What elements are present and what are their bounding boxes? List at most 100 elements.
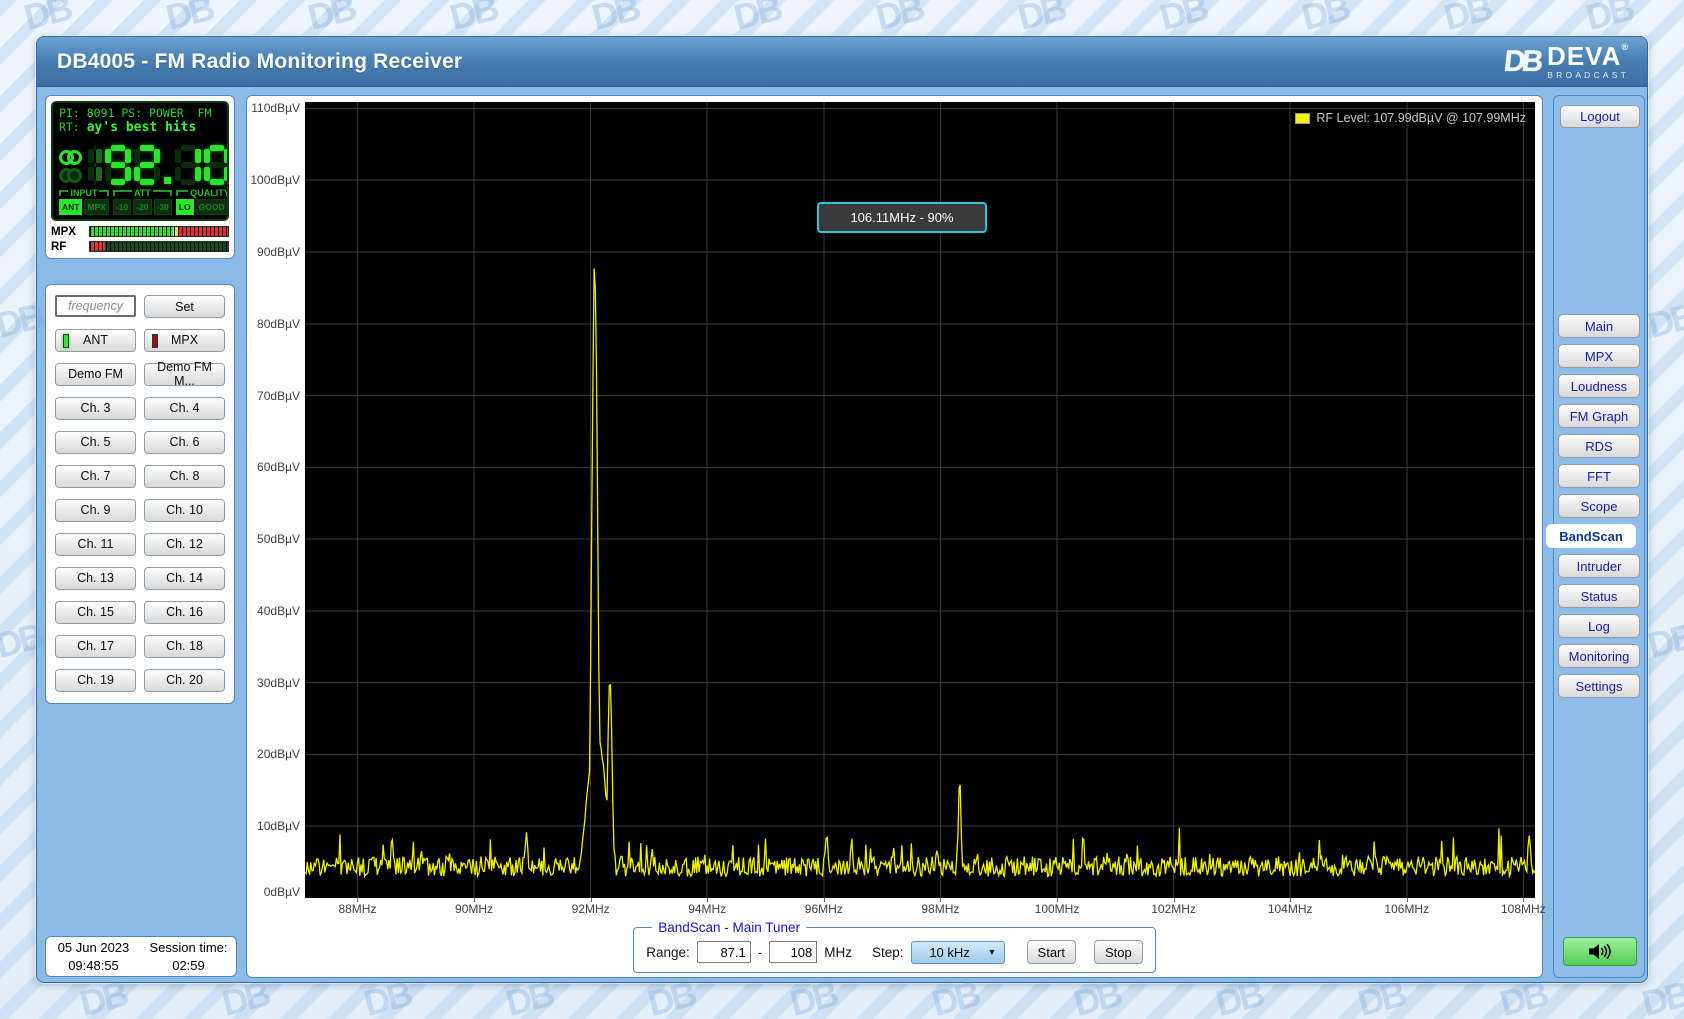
x-tick-mark bbox=[474, 898, 475, 902]
x-tick-label: 106MHz bbox=[1384, 902, 1429, 916]
rt-label: RT: bbox=[59, 120, 80, 134]
sidebar-item-monitoring[interactable]: Monitoring bbox=[1558, 644, 1640, 668]
x-tick-label: 88MHz bbox=[338, 902, 376, 916]
demo-fm-m-button[interactable]: Demo FM M... bbox=[144, 363, 225, 386]
step-select-value: 10 kHz bbox=[912, 945, 988, 960]
channel-button-ch-16[interactable]: Ch. 16 bbox=[144, 601, 225, 624]
sidebar-item-fft[interactable]: FFT bbox=[1558, 464, 1640, 488]
mpx-button[interactable]: MPX bbox=[144, 329, 225, 352]
channel-button-ch-20[interactable]: Ch. 20 bbox=[144, 669, 225, 692]
x-tick-mark bbox=[357, 898, 358, 902]
indicator-cell-good: GOOD bbox=[196, 199, 228, 215]
seven-segment-digit bbox=[175, 145, 201, 185]
deva-watermark: DB bbox=[304, 0, 359, 39]
sidebar-item-mpx[interactable]: MPX bbox=[1558, 344, 1640, 368]
mpx-led-icon bbox=[152, 334, 158, 348]
rt-value: ay's best hits bbox=[87, 120, 197, 135]
stereo-icon bbox=[59, 150, 82, 165]
y-tick-label: 100dBµV bbox=[250, 173, 300, 187]
pi-label: PI: bbox=[59, 106, 80, 120]
indicator-group-label: ATT bbox=[113, 188, 172, 198]
y-tick-label: 20dBµV bbox=[257, 747, 300, 761]
sidebar-item-settings[interactable]: Settings bbox=[1558, 674, 1640, 698]
indicator-group-quality: QUALITYLOGOODHI bbox=[176, 188, 229, 215]
frequency-input[interactable] bbox=[55, 295, 136, 317]
session-label: Session time: bbox=[149, 939, 227, 957]
legend[interactable]: RF Level: 107.99dBµV @ 107.99MHz bbox=[1295, 111, 1526, 125]
seven-segment-digit bbox=[134, 145, 160, 185]
channel-button-ch-5[interactable]: Ch. 5 bbox=[55, 431, 136, 454]
plot-area[interactable]: RF Level: 107.99dBµV @ 107.99MHz 106.11M… bbox=[305, 102, 1535, 898]
channel-button-ch-19[interactable]: Ch. 19 bbox=[55, 669, 136, 692]
sidebar-item-status[interactable]: Status bbox=[1558, 584, 1640, 608]
channel-button-ch-18[interactable]: Ch. 18 bbox=[144, 635, 225, 658]
tuner-buttons-panel: Set ANT MPX Demo FM Demo FM M... Ch. 3 Ch… bbox=[45, 284, 235, 704]
rf-trace bbox=[305, 268, 1535, 876]
seven-segment-digit bbox=[105, 145, 131, 185]
stereo-dim-icon bbox=[59, 168, 82, 183]
channel-button-ch-6[interactable]: Ch. 6 bbox=[144, 431, 225, 454]
x-axis: 88MHz90MHz92MHz94MHz96MHz98MHz100MHz102M… bbox=[305, 898, 1535, 918]
channel-button-ch-9[interactable]: Ch. 9 bbox=[55, 499, 136, 522]
deva-watermark: DB bbox=[588, 0, 643, 39]
y-tick-label: 30dBµV bbox=[257, 676, 300, 690]
speaker-button[interactable] bbox=[1563, 937, 1637, 966]
sidebar-item-main[interactable]: Main bbox=[1558, 314, 1640, 338]
range-from-input[interactable] bbox=[697, 941, 751, 963]
rf-meter-row: RF bbox=[51, 240, 229, 253]
x-tick-label: 98MHz bbox=[921, 902, 959, 916]
y-tick-label: 90dBµV bbox=[257, 245, 300, 259]
channel-button-ch-3[interactable]: Ch. 3 bbox=[55, 397, 136, 420]
time-value: 09:48:55 bbox=[68, 957, 119, 975]
step-select[interactable]: 10 kHz ▼ bbox=[911, 941, 1005, 964]
deva-watermark: DB bbox=[162, 0, 217, 39]
level-meters: MPX RF bbox=[51, 225, 229, 253]
logout-button[interactable]: Logout bbox=[1560, 105, 1640, 128]
channel-button-ch-12[interactable]: Ch. 12 bbox=[144, 533, 225, 556]
demo-fm-button[interactable]: Demo FM bbox=[55, 363, 136, 386]
stop-button[interactable]: Stop bbox=[1094, 940, 1143, 964]
sidebar-item-log[interactable]: Log bbox=[1558, 614, 1640, 638]
deva-watermark: DB bbox=[1156, 0, 1211, 39]
app-window: DB4005 - FM Radio Monitoring Receiver DB… bbox=[36, 36, 1648, 983]
title-bar: DB4005 - FM Radio Monitoring Receiver DB… bbox=[37, 37, 1647, 87]
chevron-down-icon: ▼ bbox=[988, 947, 1004, 957]
channel-button-ch-14[interactable]: Ch. 14 bbox=[144, 567, 225, 590]
set-button[interactable]: Set bbox=[144, 295, 225, 318]
indicator-cell-mpx: MPX bbox=[84, 199, 108, 215]
indicator-cell--30: -30 bbox=[154, 199, 172, 215]
channel-button-ch-17[interactable]: Ch. 17 bbox=[55, 635, 136, 658]
db-logo-icon: DB bbox=[1502, 45, 1541, 79]
x-tick-label: 100MHz bbox=[1035, 902, 1080, 916]
sidebar-item-intruder[interactable]: Intruder bbox=[1558, 554, 1640, 578]
date-value: 05 Jun 2023 bbox=[58, 939, 130, 957]
indicator-group-label: INPUT bbox=[59, 188, 109, 198]
deva-logo-subtitle: BROADCAST bbox=[1547, 71, 1629, 80]
deva-logo: DB DEVA® BROADCAST bbox=[1504, 43, 1629, 80]
y-tick-label: 80dBµV bbox=[257, 317, 300, 331]
x-tick-mark bbox=[1523, 898, 1524, 902]
page-title: DB4005 - FM Radio Monitoring Receiver bbox=[57, 50, 462, 74]
sidebar-item-scope[interactable]: Scope bbox=[1558, 494, 1640, 518]
start-button[interactable]: Start bbox=[1027, 940, 1076, 964]
channel-button-ch-4[interactable]: Ch. 4 bbox=[144, 397, 225, 420]
sidebar-item-rds[interactable]: RDS bbox=[1558, 434, 1640, 458]
channel-button-ch-15[interactable]: Ch. 15 bbox=[55, 601, 136, 624]
channel-button-ch-10[interactable]: Ch. 10 bbox=[144, 499, 225, 522]
ps-label: PS: bbox=[121, 106, 142, 120]
indicator-cell-lo: LO bbox=[176, 199, 194, 215]
range-to-input[interactable] bbox=[769, 941, 817, 963]
channel-button-ch-11[interactable]: Ch. 11 bbox=[55, 533, 136, 556]
fieldset-legend: BandScan - Main Tuner bbox=[652, 920, 806, 935]
x-tick-label: 96MHz bbox=[805, 902, 843, 916]
sidebar-item-fm-graph[interactable]: FM Graph bbox=[1558, 404, 1640, 428]
mpx-meter-row: MPX bbox=[51, 225, 229, 238]
deva-watermark: DB bbox=[1582, 0, 1637, 39]
channel-button-ch-7[interactable]: Ch. 7 bbox=[55, 465, 136, 488]
ant-button[interactable]: ANT bbox=[55, 329, 136, 352]
sidebar-item-bandscan[interactable]: BandScan bbox=[1546, 524, 1636, 548]
deva-logo-name: DEVA® bbox=[1547, 43, 1629, 69]
channel-button-ch-13[interactable]: Ch. 13 bbox=[55, 567, 136, 590]
sidebar-item-loudness[interactable]: Loudness bbox=[1558, 374, 1640, 398]
channel-button-ch-8[interactable]: Ch. 8 bbox=[144, 465, 225, 488]
